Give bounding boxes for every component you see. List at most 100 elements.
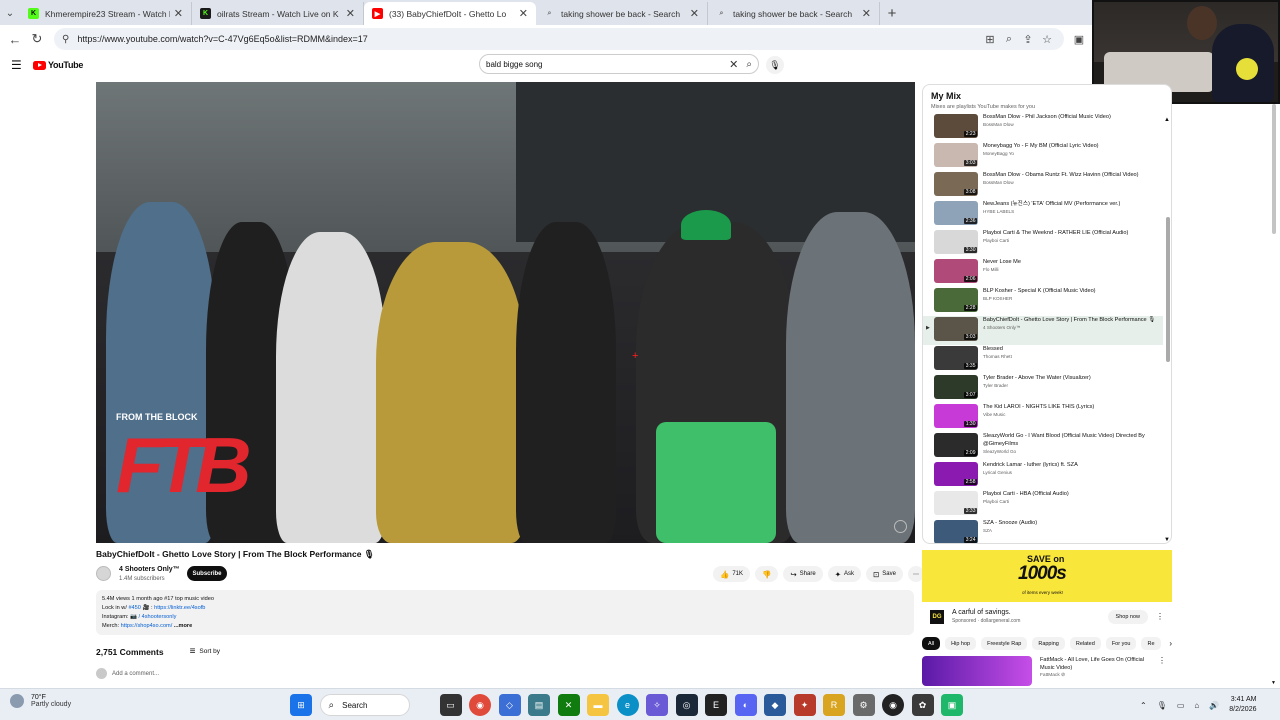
app-icon[interactable]: ◇ bbox=[498, 694, 521, 716]
dislike-button[interactable]: 👎 bbox=[755, 566, 779, 582]
playlist-thumbnail[interactable]: 2:36 bbox=[934, 201, 978, 225]
zoom-icon[interactable]: ⌕ bbox=[1000, 30, 1018, 48]
taskbar-clock[interactable]: 3:41 AM 8/2/2026 bbox=[1229, 695, 1256, 715]
scroll-down-icon[interactable]: ▼ bbox=[1271, 680, 1276, 686]
linktree-link[interactable]: https://linktr.ee/4sofb bbox=[154, 605, 205, 611]
bookmark-star-icon[interactable]: ☆ bbox=[1038, 30, 1056, 48]
page-scrollbar[interactable]: ▲ ▼ bbox=[1268, 104, 1280, 686]
start-button[interactable]: ⊞ bbox=[290, 694, 312, 716]
playlist-item[interactable]: 3:24 SZA - Snooze (Audio) SZA bbox=[923, 519, 1163, 543]
new-tab-button[interactable]: + bbox=[880, 2, 904, 25]
reload-button[interactable]: ↻ bbox=[26, 28, 48, 50]
voice-search-icon[interactable]: 🎙 bbox=[766, 56, 784, 74]
weather-widget[interactable]: 70°F Partly cloudy bbox=[10, 694, 71, 708]
browser-tab-1[interactable]: K Khmerempire23 Stream - Watch Li ✕ bbox=[20, 2, 192, 25]
playlist-item[interactable]: 1:30 The Kid LAROI - NIGHTS LIKE THIS (Ly… bbox=[923, 403, 1163, 432]
playlist-scrollbar[interactable]: ▲ ▼ bbox=[1164, 113, 1171, 543]
playlist-thumbnail[interactable]: 3:03 bbox=[934, 317, 978, 341]
chevron-up-icon[interactable]: ⌃ bbox=[1140, 701, 1147, 710]
monitor-icon[interactable]: ▭ bbox=[1177, 701, 1185, 710]
chip-related[interactable]: Related bbox=[1069, 637, 1101, 650]
epic-games-icon[interactable]: E bbox=[705, 694, 727, 716]
clear-search-icon[interactable]: ✕ bbox=[729, 58, 738, 71]
chrome-icon[interactable]: ◉ bbox=[469, 694, 491, 716]
video-description[interactable]: 5.4M views 1 month ago #17 top music vid… bbox=[96, 590, 914, 635]
channel-avatar[interactable] bbox=[96, 566, 111, 581]
youtube-logo[interactable]: YouTube bbox=[33, 60, 83, 70]
chevron-right-icon[interactable]: › bbox=[1169, 639, 1172, 648]
playlist-item[interactable]: 2:36 NewJeans (뉴진스) 'ETA' Official MV (Pe… bbox=[923, 200, 1163, 229]
playlist-item[interactable]: 3:35 Blessed Thomas Rhett bbox=[923, 345, 1163, 374]
merch-link[interactable]: https://shop4so.com/ bbox=[121, 623, 173, 629]
chip-partial[interactable]: Re bbox=[1141, 637, 1161, 650]
chip-hip-hop[interactable]: Hip hop bbox=[945, 637, 977, 650]
playlist-thumbnail[interactable]: 3:08 bbox=[934, 172, 978, 196]
taskbar-search[interactable]: ⌕ Search bbox=[319, 694, 410, 716]
page-scroll-thumb[interactable] bbox=[1272, 104, 1276, 234]
chip-for-you[interactable]: For you bbox=[1105, 637, 1137, 650]
url-bar[interactable]: ⚲ https://www.youtube.com/watch?v=C-47Vg… bbox=[54, 28, 1064, 50]
playlist-thumbnail[interactable]: 3:35 bbox=[934, 346, 978, 370]
playlist-item[interactable]: 2:23 BossMan Dlow - Phil Jackson (Officia… bbox=[923, 113, 1163, 142]
xbox-icon[interactable]: ✕ bbox=[557, 694, 580, 716]
playlist-thumbnail[interactable]: 2:23 bbox=[934, 114, 978, 138]
scroll-up-icon[interactable]: ▲ bbox=[1164, 117, 1170, 123]
playlist-thumbnail[interactable]: 2:06 bbox=[934, 259, 978, 283]
share-button[interactable]: ↪ Share bbox=[783, 566, 823, 582]
close-tab-icon[interactable]: ✕ bbox=[346, 7, 355, 20]
playlist-item[interactable]: 2:28 BLP Kosher - Special K (Official Mus… bbox=[923, 287, 1163, 316]
site-info-icon[interactable]: ⚲ bbox=[62, 34, 69, 45]
playlist-thumbnail[interactable]: 1:30 bbox=[934, 404, 978, 428]
channel-name[interactable]: 4 Shooters Only™ bbox=[119, 566, 180, 573]
edge-icon[interactable]: e bbox=[616, 694, 639, 716]
back-button[interactable]: ← bbox=[4, 28, 26, 50]
playlist-item[interactable]: 3:33 Playboi Carti - HBA (Official Audio)… bbox=[923, 490, 1163, 519]
ask-button[interactable]: ✦ Ask bbox=[827, 566, 861, 582]
copilot-icon[interactable]: ✧ bbox=[646, 694, 668, 716]
discord-icon[interactable]: ◐ bbox=[734, 694, 757, 716]
steam-icon[interactable]: ◎ bbox=[675, 694, 698, 716]
playlist-item[interactable]: 3:07 Tyler Brader - Above The Water (Visu… bbox=[923, 374, 1163, 403]
browser-tab-2[interactable]: K oilrats Stream - Watch Live on K ✕ bbox=[192, 2, 364, 25]
sort-by-button[interactable]: ≡ Sort by bbox=[190, 646, 220, 657]
network-icon[interactable]: ⌂ bbox=[1194, 701, 1199, 710]
playlist-thumbnail[interactable]: 2:58 bbox=[934, 462, 978, 486]
playlist-item[interactable]: 3:30 Playboi Carti & The Weeknd - RATHER … bbox=[923, 229, 1163, 258]
settings-icon[interactable]: ⚙ bbox=[852, 694, 875, 716]
file-explorer-icon[interactable]: ▬ bbox=[587, 694, 609, 716]
hashtag-link[interactable]: #450 bbox=[128, 605, 140, 611]
close-tab-icon[interactable]: ✕ bbox=[690, 7, 699, 20]
calculator-icon[interactable]: ▤ bbox=[528, 694, 550, 716]
search-icon[interactable]: ⌕ bbox=[746, 59, 752, 70]
show-more-link[interactable]: ...more bbox=[174, 623, 192, 629]
channel-watermark-icon[interactable] bbox=[894, 520, 907, 533]
youtube-search-input[interactable]: bald bigge song ✕ ⌕ bbox=[479, 54, 759, 74]
playlist-thumbnail[interactable]: 3:24 bbox=[934, 520, 978, 543]
chip-all[interactable]: All bbox=[922, 637, 941, 650]
playlist-thumbnail[interactable]: 2:28 bbox=[934, 288, 978, 312]
app-icon[interactable]: ▣ bbox=[941, 694, 963, 716]
close-tab-icon[interactable]: ✕ bbox=[862, 7, 871, 20]
ad-menu-icon[interactable]: ⋮ bbox=[1156, 612, 1164, 621]
ad-banner[interactable]: SAVE on 1000s of items every week! bbox=[922, 550, 1172, 602]
scroll-down-icon[interactable]: ▼ bbox=[1164, 537, 1170, 543]
playlist-item[interactable]: ▶ 3:03 BabyChiefDoIt - Ghetto Love Story |… bbox=[923, 316, 1163, 345]
instagram-link[interactable]: 📷 / 4shootersonly bbox=[130, 614, 176, 620]
playlist-thumbnail[interactable]: 3:07 bbox=[934, 375, 978, 399]
playlist-thumbnail[interactable]: 3:03 bbox=[934, 143, 978, 167]
subscribe-button[interactable]: Subscribe bbox=[187, 566, 227, 581]
like-button[interactable]: 👍 71K bbox=[713, 566, 751, 582]
extension-icon[interactable]: ▣ bbox=[1070, 30, 1088, 48]
microphone-icon[interactable]: 🎙 bbox=[1157, 701, 1167, 710]
app-icon[interactable]: ✿ bbox=[911, 694, 934, 716]
app-available-icon[interactable]: ⊞ bbox=[981, 30, 999, 48]
close-tab-icon[interactable]: ✕ bbox=[174, 7, 183, 20]
volume-icon[interactable]: 🔊 bbox=[1209, 701, 1219, 710]
browser-tab-5[interactable]: ⌕ taking shower be back - Search ✕ bbox=[708, 2, 880, 25]
playlist-item[interactable]: 3:03 Moneybagg Yo - F My BM (Official Lyr… bbox=[923, 142, 1163, 171]
obs-icon[interactable]: ◉ bbox=[882, 694, 904, 716]
add-comment-input[interactable]: Add a comment... bbox=[96, 668, 159, 679]
task-view-icon[interactable]: ▭ bbox=[439, 694, 462, 716]
hamburger-menu-icon[interactable]: ☰ bbox=[11, 58, 25, 72]
playlist-scroll-thumb[interactable] bbox=[1166, 217, 1170, 362]
